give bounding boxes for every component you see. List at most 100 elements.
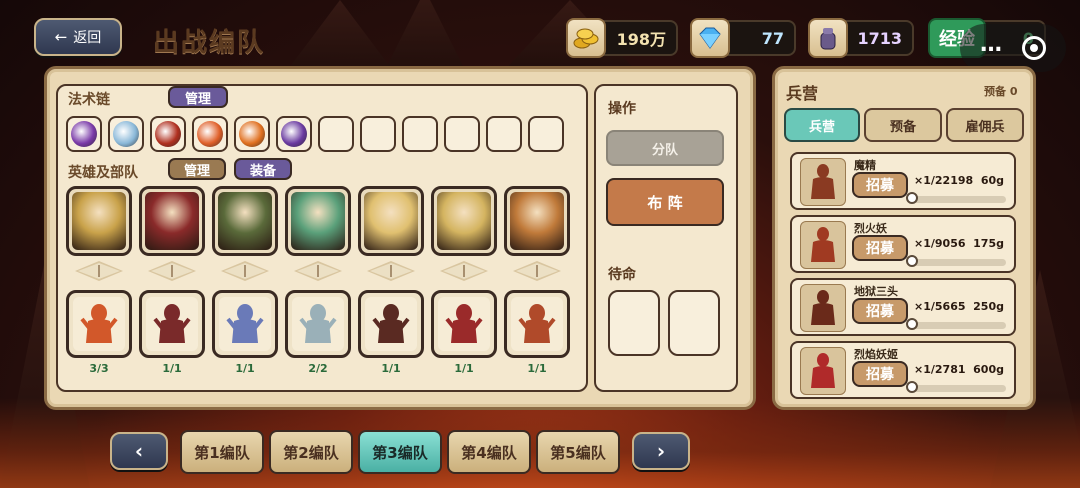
hero-pharaoh-queen[interactable] (66, 186, 132, 256)
hero-manage-button[interactable]: 管理 (168, 158, 226, 180)
barracks-row: 地狱三头 招募 ×1/5665 250g (790, 278, 1016, 336)
team-tab-2[interactable]: 第2编队 (269, 430, 353, 474)
spell-slot[interactable] (486, 116, 522, 152)
link-diamond-icon (148, 261, 196, 281)
link-diamond-icon (294, 261, 342, 281)
troop-price: 60g (980, 174, 1004, 187)
recruit-slider-knob[interactable] (906, 255, 918, 267)
unit-fire-imp[interactable] (504, 290, 570, 358)
troop-portrait (800, 158, 846, 206)
purple-vortex-icon (71, 121, 97, 147)
hero-red-sorceress[interactable] (139, 186, 205, 256)
troop-portrait (800, 347, 846, 395)
recruit-slider-track[interactable] (910, 196, 1006, 203)
spell-slot[interactable] (276, 116, 312, 152)
soul-value: 1713 (857, 28, 902, 48)
link-diamond-icon (367, 261, 415, 281)
team-tab-5[interactable]: 第5编队 (536, 430, 620, 474)
spell-slot[interactable] (318, 116, 354, 152)
gold-coins-icon (566, 18, 606, 58)
spell-slot[interactable] (150, 116, 186, 152)
hero-portrait (437, 192, 491, 250)
hero-golden-paladin[interactable] (431, 186, 497, 256)
unit-bone-dragon[interactable] (285, 290, 351, 358)
unit-winged-demon[interactable] (431, 290, 497, 358)
recruit-slider-track[interactable] (910, 259, 1006, 266)
spell-slot[interactable] (234, 116, 270, 152)
hero-golden-priestess[interactable] (358, 186, 424, 256)
next-team-button[interactable]: › (632, 432, 690, 470)
barracks-row: 烈火妖 招募 ×1/9056 175g (790, 215, 1016, 273)
recruit-slider-knob[interactable] (906, 318, 918, 330)
team-tab-4[interactable]: 第4编队 (447, 430, 531, 474)
standby-slot[interactable] (608, 290, 660, 356)
unit-count: 1/1 (235, 362, 255, 375)
link-diamond-icon (221, 261, 269, 281)
reserve-count: 预备 0 (984, 85, 1018, 98)
fire-burst-icon (197, 121, 223, 147)
unit-naga-mage[interactable] (212, 290, 278, 358)
tab-barracks[interactable]: 兵营 (784, 108, 860, 142)
link-diamond-icon (513, 261, 561, 281)
hero-portrait (510, 192, 564, 250)
spell-manage-button[interactable]: 管理 (168, 86, 228, 108)
unit-count: 1/1 (527, 362, 547, 375)
recruit-button[interactable]: 招募 (852, 361, 908, 387)
team-tab-1[interactable]: 第1编队 (180, 430, 264, 474)
team-tab-3[interactable]: 第3编队 (358, 430, 442, 474)
recruit-slider-track[interactable] (910, 322, 1006, 329)
spell-chain-label: 法术链 (68, 92, 110, 108)
troop-name: 烈火妖 (854, 222, 887, 235)
hero-equip-button[interactable]: 装备 (234, 158, 292, 180)
unit-fire-phoenix[interactable] (66, 290, 132, 358)
barracks-row: 魔精 招募 ×1/22198 60g (790, 152, 1016, 210)
recruit-slider-knob[interactable] (906, 192, 918, 204)
unit-portrait (511, 297, 563, 351)
tab-mercenary[interactable]: 雇佣兵 (946, 108, 1024, 142)
hero-lion-warrior[interactable] (504, 186, 570, 256)
back-label: 返回 (73, 30, 102, 46)
spell-slot[interactable] (108, 116, 144, 152)
hero-portrait (218, 192, 272, 250)
troop-stock: ×1/2781 (914, 363, 966, 376)
gold-counter: 198万 (566, 18, 678, 58)
unit-horned-demon[interactable] (139, 290, 205, 358)
unit-count: 1/1 (162, 362, 182, 375)
unit-portrait (438, 297, 490, 351)
standby-label: 待命 (608, 267, 636, 283)
soul-jar-icon (808, 18, 848, 58)
spell-slot[interactable] (402, 116, 438, 152)
recruit-button[interactable]: 招募 (852, 172, 908, 198)
prev-team-button[interactable]: ‹ (110, 432, 168, 470)
back-button[interactable]: ← 返回 (34, 18, 122, 56)
spell-slot[interactable] (66, 116, 102, 152)
standby-slot[interactable] (668, 290, 720, 356)
recruit-slider-track[interactable] (910, 385, 1006, 392)
hero-treant[interactable] (212, 186, 278, 256)
hero-portrait (145, 192, 199, 250)
target-icon[interactable] (1022, 36, 1046, 60)
unit-count: 1/1 (454, 362, 474, 375)
tab-reserve[interactable]: 预备 (864, 108, 942, 142)
formation-button[interactable]: 布 阵 (606, 178, 724, 226)
blood-swirl-icon (155, 121, 181, 147)
troop-stock: ×1/5665 (914, 300, 966, 313)
split-button[interactable]: 分队 (606, 130, 724, 166)
spell-slot[interactable] (528, 116, 564, 152)
ice-crystal-icon (113, 121, 139, 147)
recruit-slider-knob[interactable] (906, 381, 918, 393)
troop-stock: ×1/22198 (914, 174, 974, 187)
more-icon[interactable]: … (980, 32, 1002, 57)
hero-elf-archer[interactable] (285, 186, 351, 256)
unit-count: 3/3 (89, 362, 109, 375)
spell-slot[interactable] (444, 116, 480, 152)
diamond-counter: 77 (690, 18, 796, 58)
recruit-button[interactable]: 招募 (852, 235, 908, 261)
floating-menu[interactable]: … (960, 24, 1066, 72)
troop-name: 烈焰妖姬 (854, 348, 898, 361)
spell-slot[interactable] (360, 116, 396, 152)
spell-slot[interactable] (192, 116, 228, 152)
unit-armored-demon[interactable] (358, 290, 424, 358)
recruit-button[interactable]: 招募 (852, 298, 908, 324)
soul-counter: 1713 (808, 18, 914, 58)
